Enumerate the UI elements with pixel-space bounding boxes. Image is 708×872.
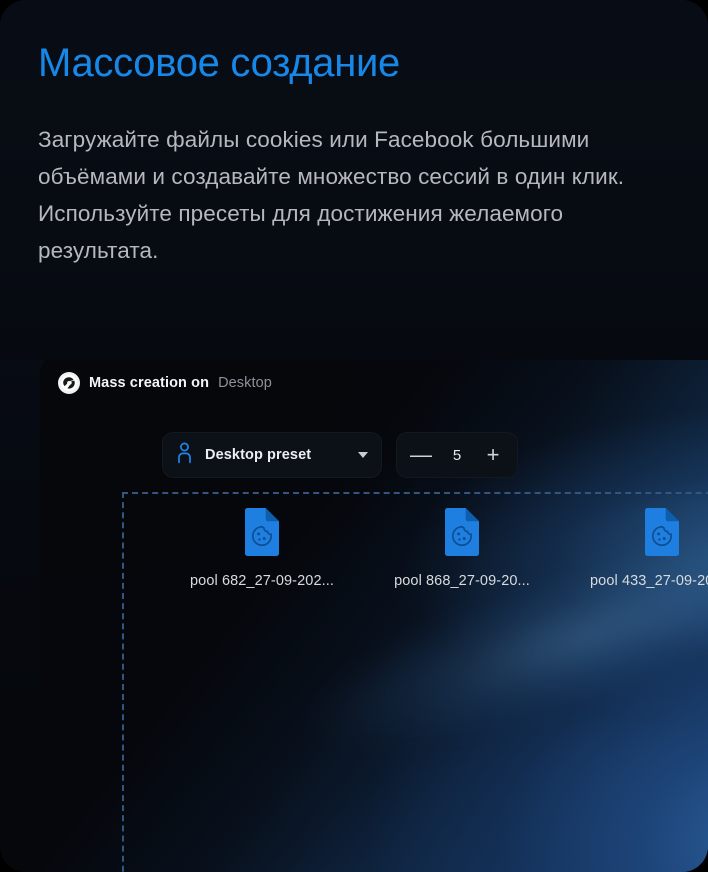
list-item[interactable]: pool 682_27-09-202...: [162, 507, 362, 589]
browser-logo-icon: [58, 372, 80, 394]
mass-creation-window: Mass creation on Desktop Desktop preset …: [40, 357, 708, 872]
page-title: Массовое создание: [38, 41, 400, 85]
window-toolbar: Desktop preset — 5 +: [162, 432, 518, 478]
window-target-label: Desktop: [218, 375, 272, 391]
quantity-value: 5: [452, 446, 462, 464]
page-description: Загружайте файлы cookies или Facebook бо…: [38, 127, 625, 263]
window-title: Mass creation on: [89, 375, 210, 391]
window-header: Mass creation on Desktop: [40, 357, 708, 409]
file-label: pool 682_27-09-202...: [190, 573, 334, 589]
copy-area: Массовое создание Загружайте файлы cooki…: [0, 0, 708, 360]
person-icon: [176, 442, 193, 469]
preset-label: Desktop preset: [205, 447, 312, 463]
file-label: pool 433_27-09-202...: [590, 573, 708, 589]
cookie-file-icon: [242, 507, 282, 562]
cookie-file-icon: [642, 507, 682, 562]
cookie-file-icon: [442, 507, 482, 562]
chevron-down-icon[interactable]: [358, 452, 368, 458]
quantity-stepper[interactable]: — 5 +: [396, 432, 518, 478]
list-item[interactable]: pool 433_27-09-202...: [562, 507, 708, 589]
increment-button[interactable]: +: [474, 435, 512, 475]
list-item[interactable]: pool 868_27-09-20...: [362, 507, 562, 589]
file-label: pool 868_27-09-20...: [394, 573, 530, 589]
file-list: pool 682_27-09-202... pool 868_27-09-20.…: [162, 507, 708, 589]
feature-card: Mass creation on Desktop Desktop preset …: [0, 0, 708, 872]
decrement-button[interactable]: —: [402, 435, 440, 475]
preset-select[interactable]: Desktop preset: [162, 432, 382, 478]
